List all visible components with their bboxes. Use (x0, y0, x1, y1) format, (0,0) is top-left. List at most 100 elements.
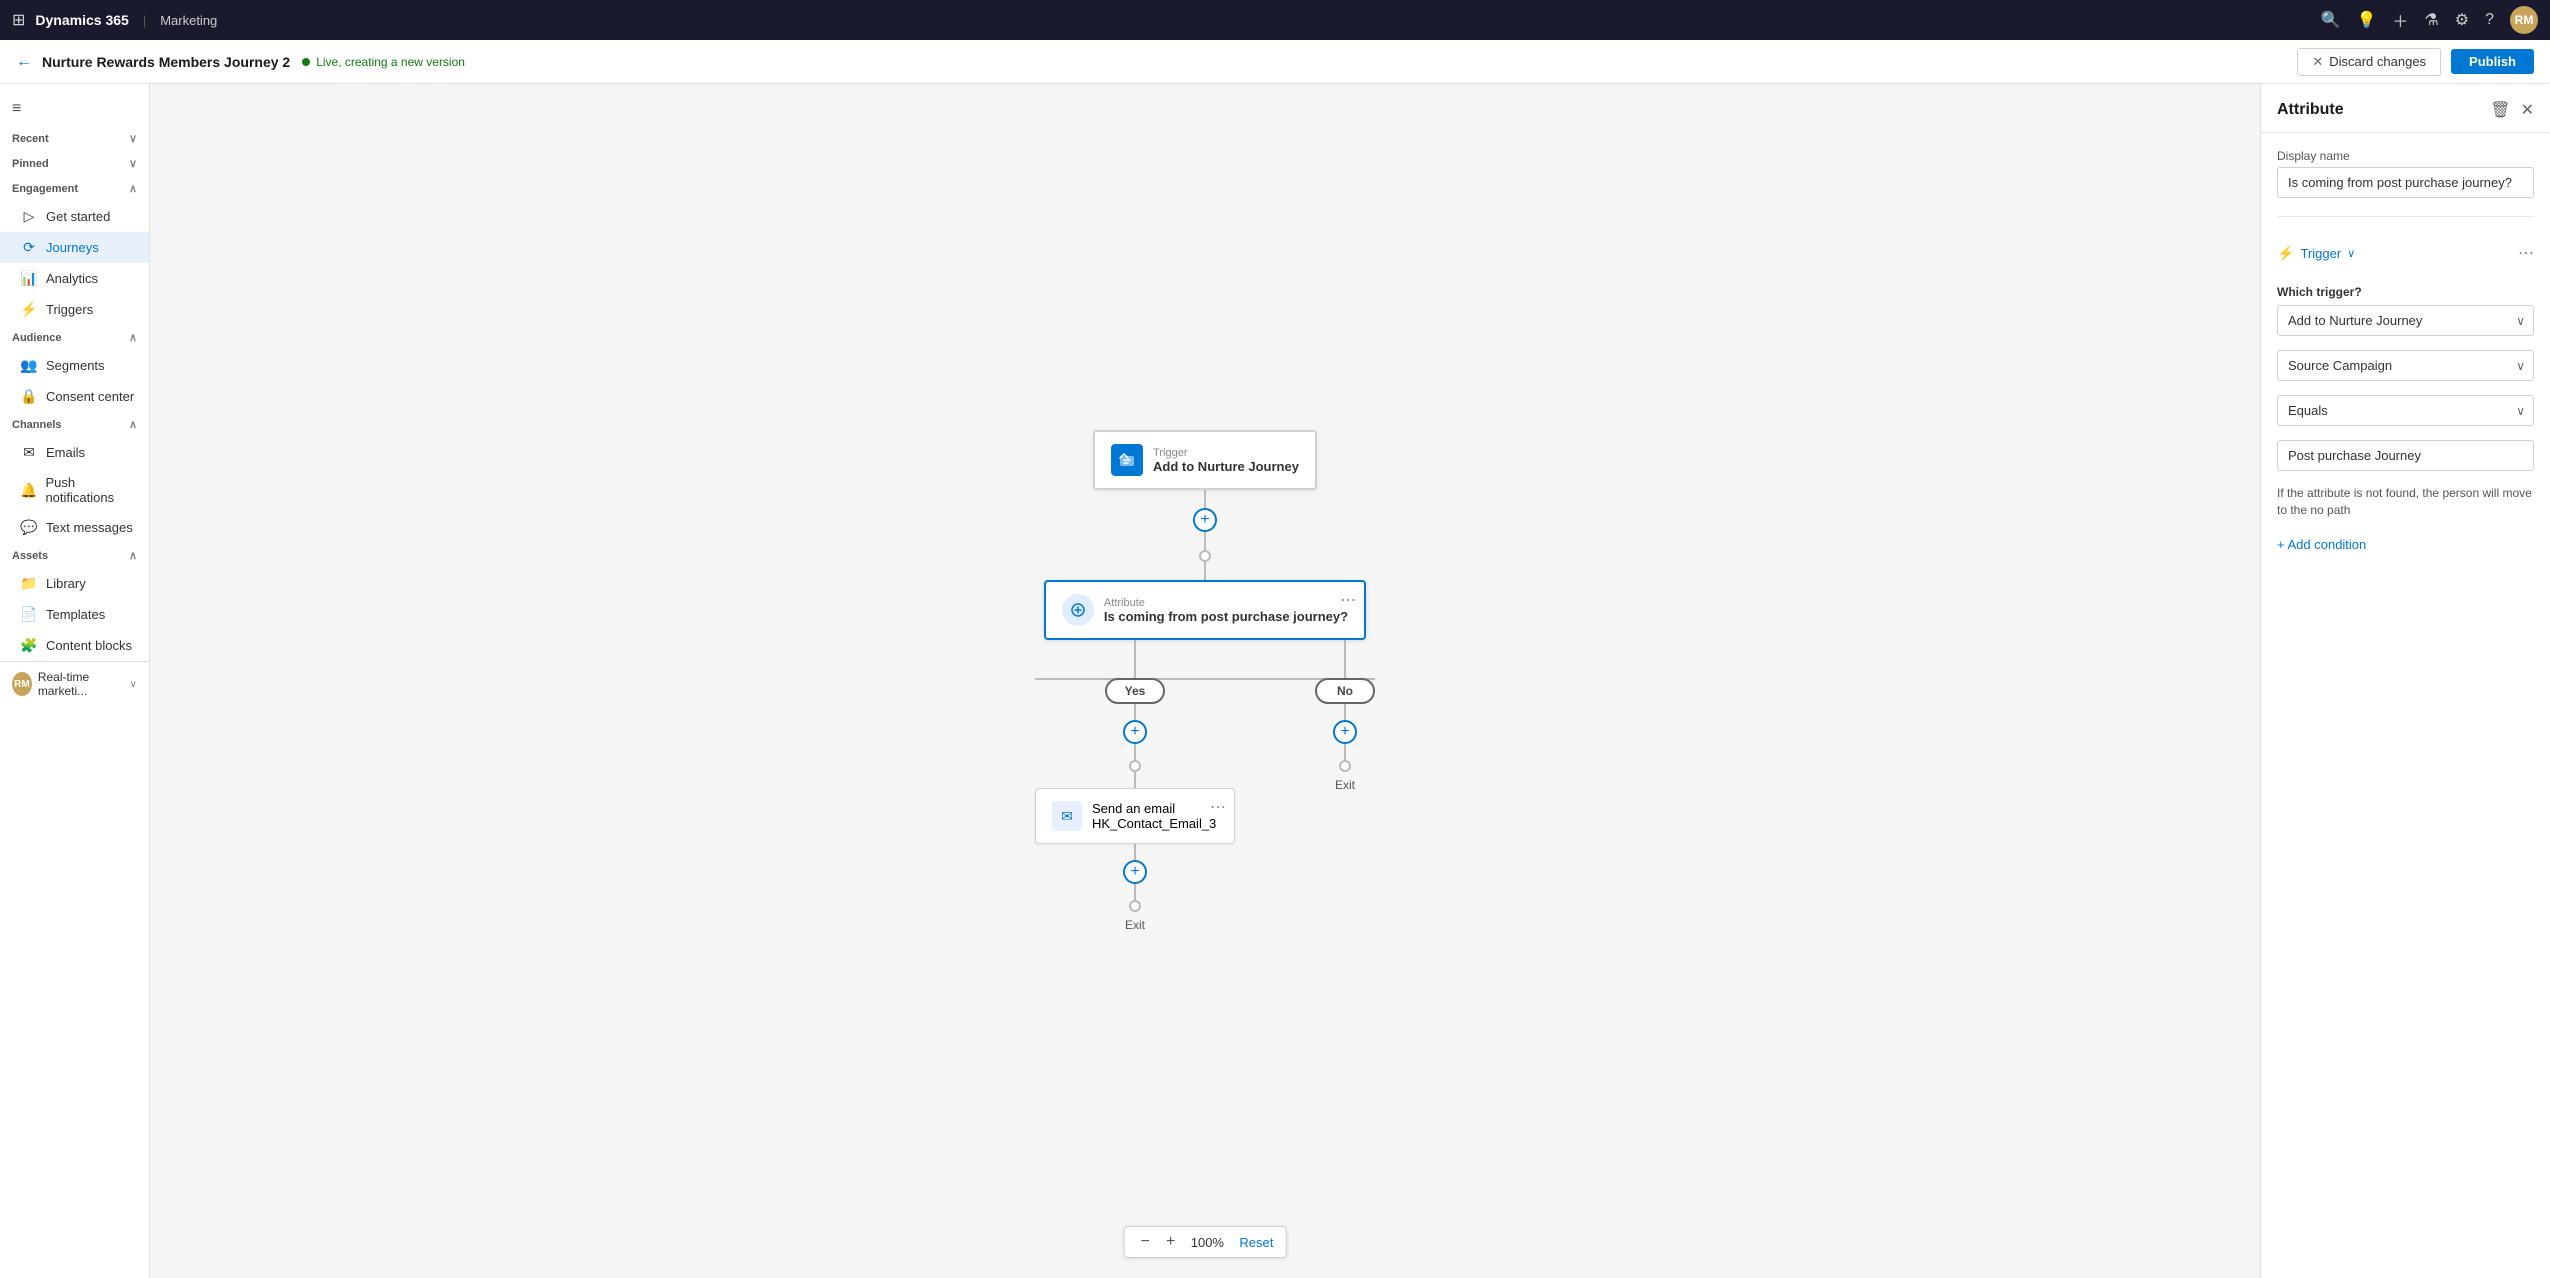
add-no-node[interactable]: + (1333, 720, 1357, 744)
email-node-icon: ✉ (1052, 801, 1082, 831)
email-node-label-small: Send an email (1092, 801, 1216, 816)
sidebar-item-sms[interactable]: 💬 Text messages (0, 512, 149, 543)
sms-icon: 💬 (20, 519, 38, 536)
attr-node-label-main: Is coming from post purchase journey? (1104, 609, 1348, 624)
plus-icon[interactable]: ＋ (2392, 8, 2408, 32)
equals-dropdown[interactable]: Equals ∨ (2277, 395, 2534, 426)
trigger-row-label: Trigger (2300, 246, 2341, 261)
zoom-reset-button[interactable]: Reset (1239, 1235, 1273, 1250)
sidebar-item-consent[interactable]: 🔒 Consent center (0, 381, 149, 412)
trigger-node-label-small: Trigger (1153, 447, 1299, 459)
display-name-input[interactable] (2277, 167, 2534, 198)
sidebar-item-segments[interactable]: 👥 Segments (0, 350, 149, 381)
trigger-row-menu[interactable]: ⋯ (2518, 243, 2534, 263)
yes-label: Yes (1105, 678, 1165, 704)
search-icon[interactable]: 🔍 (2321, 10, 2341, 30)
which-trigger-select[interactable]: Add to Nurture Journey (2278, 306, 2533, 335)
value-input[interactable] (2277, 440, 2534, 471)
trigger-row-icon: ⚡ (2277, 245, 2294, 262)
avatar[interactable]: RM (2510, 6, 2538, 34)
source-campaign-select[interactable]: Source Campaign (2278, 351, 2533, 380)
grid-icon[interactable]: ⊞ (12, 10, 25, 30)
sidebar-item-analytics[interactable]: 📊 Analytics (0, 263, 149, 294)
analytics-icon: 📊 (20, 270, 38, 287)
sidebar: ≡ Recent∨ Pinned∨ Engagement∧ ▷ Get star… (0, 84, 150, 1278)
add-yes-node[interactable]: + (1123, 720, 1147, 744)
attribute-node-menu[interactable]: ⋯ (1340, 590, 1356, 610)
module-name: Marketing (160, 13, 217, 28)
email-node-menu[interactable]: ⋯ (1210, 797, 1226, 817)
journey-canvas: Trigger Add to Nurture Journey + (1035, 430, 1375, 932)
which-trigger-dropdown[interactable]: Add to Nurture Journey ∨ (2277, 305, 2534, 336)
sidebar-recent-header[interactable]: Recent∨ (0, 126, 149, 151)
branch-area: Yes + ✉ Send an email HK_Co (1035, 640, 1375, 932)
panel-delete-button[interactable]: 🗑 (2490, 100, 2510, 120)
workspace-chevron: ∨ (130, 679, 137, 690)
sidebar-toggle[interactable]: ≡ (0, 92, 149, 126)
panel-title: Attribute (2277, 101, 2344, 119)
library-icon: 📁 (20, 575, 38, 592)
source-campaign-dropdown[interactable]: Source Campaign ∨ (2277, 350, 2534, 381)
panel-close-button[interactable]: ✕ (2521, 100, 2534, 120)
templates-icon: 📄 (20, 606, 38, 623)
triggers-icon: ⚡ (20, 301, 38, 318)
email-node[interactable]: ✉ Send an email HK_Contact_Email_3 ⋯ (1035, 788, 1235, 844)
add-after-email[interactable]: + (1123, 860, 1147, 884)
no-label: No (1315, 678, 1375, 704)
sidebar-channels-header[interactable]: Channels∧ (0, 412, 149, 437)
sidebar-item-triggers[interactable]: ⚡ Triggers (0, 294, 149, 325)
attr-node-label-small: Attribute (1104, 597, 1348, 609)
panel-divider-1 (2277, 216, 2534, 217)
value-field (2277, 440, 2534, 471)
discard-changes-button[interactable]: ✕ Discard changes (2297, 48, 2441, 76)
x-icon: ✕ (2312, 54, 2323, 70)
add-condition-label: + Add condition (2277, 537, 2366, 552)
sidebar-assets-header[interactable]: Assets∧ (0, 543, 149, 568)
zoom-in-button[interactable]: + (1162, 1233, 1179, 1251)
sidebar-item-get-started[interactable]: ▷ Get started (0, 201, 149, 232)
page-title: Nurture Rewards Members Journey 2 (42, 54, 290, 70)
right-panel: Attribute 🗑 ✕ Display name ⚡ Trigger ∨ ⋯ (2260, 84, 2550, 1278)
info-text: If the attribute is not found, the perso… (2277, 485, 2534, 519)
publish-button[interactable]: Publish (2451, 49, 2534, 74)
push-icon: 🔔 (20, 482, 37, 499)
panel-header: Attribute 🗑 ✕ (2261, 84, 2550, 133)
sidebar-engagement-header[interactable]: Engagement∧ (0, 176, 149, 201)
sidebar-item-library[interactable]: 📁 Library (0, 568, 149, 599)
nav-pipe: | (143, 13, 146, 28)
secondbar: ← Nurture Rewards Members Journey 2 Live… (0, 40, 2550, 84)
footer-workspace[interactable]: RM Real-time marketi... ∨ (0, 661, 149, 706)
journeys-icon: ⟳ (20, 239, 38, 256)
back-button[interactable]: ← (16, 53, 32, 71)
yes-branch: Yes + ✉ Send an email HK_Co (1035, 640, 1235, 932)
sidebar-pinned-header[interactable]: Pinned∨ (0, 151, 149, 176)
trigger-node[interactable]: Trigger Add to Nurture Journey (1093, 430, 1317, 490)
canvas-area: Trigger Add to Nurture Journey + (150, 84, 2260, 1278)
zoom-out-button[interactable]: − (1137, 1233, 1154, 1251)
lightbulb-icon[interactable]: 💡 (2356, 10, 2376, 30)
add-condition-button[interactable]: + Add condition (2277, 537, 2534, 552)
help-icon[interactable]: ? (2485, 11, 2494, 29)
sidebar-item-templates[interactable]: 📄 Templates (0, 599, 149, 630)
which-trigger-field: Which trigger? Add to Nurture Journey ∨ (2277, 285, 2534, 336)
equals-select[interactable]: Equals (2278, 396, 2533, 425)
sidebar-item-emails[interactable]: ✉ Emails (0, 437, 149, 468)
settings-icon[interactable]: ⚙ (2455, 10, 2469, 30)
app-name: Dynamics 365 (35, 12, 128, 28)
sidebar-item-journeys[interactable]: ⟳ Journeys (0, 232, 149, 263)
filter-icon[interactable]: ⚗ (2424, 10, 2438, 30)
display-name-label: Display name (2277, 149, 2534, 163)
workspace-label: Real-time marketi... (38, 670, 124, 698)
attribute-node[interactable]: Attribute Is coming from post purchase j… (1044, 580, 1366, 640)
display-name-field: Display name (2277, 149, 2534, 198)
trigger-node-icon (1111, 444, 1143, 476)
sidebar-item-push[interactable]: 🔔 Push notifications (0, 468, 149, 512)
branch-container: Yes + ✉ Send an email HK_Co (1035, 640, 1375, 932)
add-node-btn-1[interactable]: + (1193, 508, 1217, 532)
content-blocks-icon: 🧩 (20, 637, 38, 654)
sidebar-audience-header[interactable]: Audience∧ (0, 325, 149, 350)
get-started-icon: ▷ (20, 208, 38, 225)
no-branch: No + Exit (1315, 640, 1375, 792)
trigger-left[interactable]: ⚡ Trigger ∨ (2277, 245, 2355, 262)
sidebar-item-content-blocks[interactable]: 🧩 Content blocks (0, 630, 149, 661)
